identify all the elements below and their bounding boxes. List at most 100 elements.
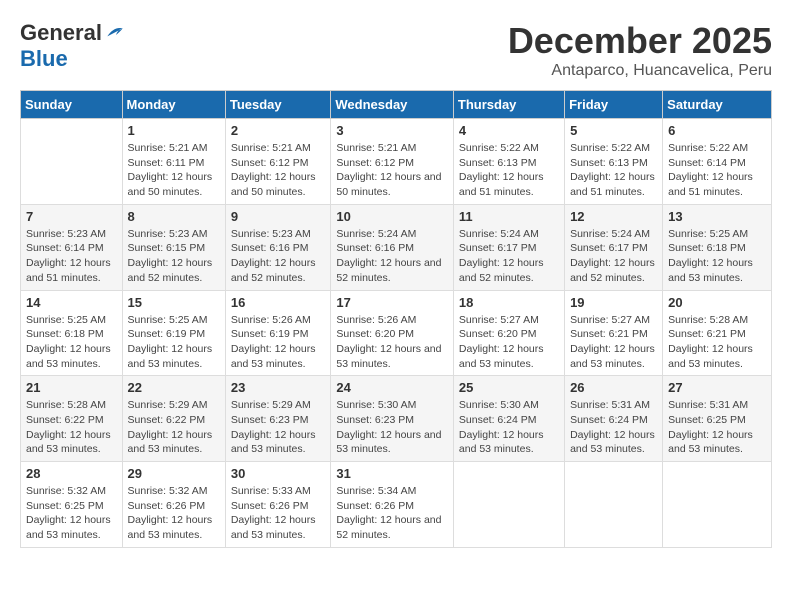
calendar-cell: 25 Sunrise: 5:30 AM Sunset: 6:24 PM Dayli… bbox=[453, 376, 564, 462]
day-number: 12 bbox=[570, 209, 657, 224]
calendar-week-row: 7 Sunrise: 5:23 AM Sunset: 6:14 PM Daylig… bbox=[21, 204, 772, 290]
day-info: Sunrise: 5:26 AM Sunset: 6:20 PM Dayligh… bbox=[336, 313, 448, 372]
day-number: 24 bbox=[336, 380, 448, 395]
calendar-cell: 24 Sunrise: 5:30 AM Sunset: 6:23 PM Dayli… bbox=[331, 376, 454, 462]
calendar-cell: 13 Sunrise: 5:25 AM Sunset: 6:18 PM Dayli… bbox=[663, 204, 772, 290]
calendar-cell: 30Sunrise: 5:33 AM Sunset: 6:26 PM Dayli… bbox=[225, 462, 331, 548]
logo-blue-text: Blue bbox=[20, 46, 68, 72]
calendar-week-row: 28Sunrise: 5:32 AM Sunset: 6:25 PM Dayli… bbox=[21, 462, 772, 548]
day-info: Sunrise: 5:25 AM Sunset: 6:18 PM Dayligh… bbox=[668, 227, 766, 286]
day-number: 20 bbox=[668, 295, 766, 310]
day-info: Sunrise: 5:34 AM Sunset: 6:26 PM Dayligh… bbox=[336, 484, 448, 543]
day-number: 18 bbox=[459, 295, 559, 310]
day-number: 15 bbox=[128, 295, 220, 310]
calendar-header-sunday: Sunday bbox=[21, 91, 123, 119]
day-number: 3 bbox=[336, 123, 448, 138]
day-number: 1 bbox=[128, 123, 220, 138]
day-number: 27 bbox=[668, 380, 766, 395]
calendar-cell: 12 Sunrise: 5:24 AM Sunset: 6:17 PM Dayli… bbox=[565, 204, 663, 290]
calendar-header-saturday: Saturday bbox=[663, 91, 772, 119]
day-number: 13 bbox=[668, 209, 766, 224]
day-info: Sunrise: 5:23 AM Sunset: 6:14 PM Dayligh… bbox=[26, 227, 117, 286]
day-info: Sunrise: 5:30 AM Sunset: 6:23 PM Dayligh… bbox=[336, 398, 448, 457]
calendar-cell: 26 Sunrise: 5:31 AM Sunset: 6:24 PM Dayli… bbox=[565, 376, 663, 462]
calendar-cell bbox=[565, 462, 663, 548]
day-info: Sunrise: 5:24 AM Sunset: 6:16 PM Dayligh… bbox=[336, 227, 448, 286]
day-number: 8 bbox=[128, 209, 220, 224]
day-info: Sunrise: 5:27 AM Sunset: 6:21 PM Dayligh… bbox=[570, 313, 657, 372]
calendar-cell: 17 Sunrise: 5:26 AM Sunset: 6:20 PM Dayli… bbox=[331, 290, 454, 376]
title-area: December 2025 Antaparco, Huancavelica, P… bbox=[508, 20, 772, 80]
calendar-cell: 8 Sunrise: 5:23 AM Sunset: 6:15 PM Daylig… bbox=[122, 204, 225, 290]
day-number: 11 bbox=[459, 209, 559, 224]
calendar-week-row: 14 Sunrise: 5:25 AM Sunset: 6:18 PM Dayli… bbox=[21, 290, 772, 376]
day-number: 4 bbox=[459, 123, 559, 138]
logo: General Blue bbox=[20, 20, 124, 72]
calendar-week-row: 21Sunrise: 5:28 AM Sunset: 6:22 PM Dayli… bbox=[21, 376, 772, 462]
day-number: 17 bbox=[336, 295, 448, 310]
calendar-cell: 1 Sunrise: 5:21 AM Sunset: 6:11 PM Daylig… bbox=[122, 119, 225, 205]
calendar-cell: 3 Sunrise: 5:21 AM Sunset: 6:12 PM Daylig… bbox=[331, 119, 454, 205]
day-number: 7 bbox=[26, 209, 117, 224]
day-info: Sunrise: 5:25 AM Sunset: 6:18 PM Dayligh… bbox=[26, 313, 117, 372]
day-number: 29 bbox=[128, 466, 220, 481]
day-info: Sunrise: 5:22 AM Sunset: 6:13 PM Dayligh… bbox=[570, 141, 657, 200]
calendar-cell: 7 Sunrise: 5:23 AM Sunset: 6:14 PM Daylig… bbox=[21, 204, 123, 290]
day-info: Sunrise: 5:21 AM Sunset: 6:12 PM Dayligh… bbox=[336, 141, 448, 200]
calendar-cell: 29 Sunrise: 5:32 AM Sunset: 6:26 PM Dayli… bbox=[122, 462, 225, 548]
calendar-cell: 4 Sunrise: 5:22 AM Sunset: 6:13 PM Daylig… bbox=[453, 119, 564, 205]
calendar-cell: 6Sunrise: 5:22 AM Sunset: 6:14 PM Daylig… bbox=[663, 119, 772, 205]
month-title: December 2025 bbox=[508, 20, 772, 62]
day-info: Sunrise: 5:26 AM Sunset: 6:19 PM Dayligh… bbox=[231, 313, 326, 372]
calendar-cell bbox=[663, 462, 772, 548]
day-number: 5 bbox=[570, 123, 657, 138]
calendar-header-tuesday: Tuesday bbox=[225, 91, 331, 119]
day-info: Sunrise: 5:23 AM Sunset: 6:15 PM Dayligh… bbox=[128, 227, 220, 286]
calendar-header-wednesday: Wednesday bbox=[331, 91, 454, 119]
calendar-cell: 16 Sunrise: 5:26 AM Sunset: 6:19 PM Dayli… bbox=[225, 290, 331, 376]
day-number: 2 bbox=[231, 123, 326, 138]
day-info: Sunrise: 5:21 AM Sunset: 6:12 PM Dayligh… bbox=[231, 141, 326, 200]
day-info: Sunrise: 5:22 AM Sunset: 6:13 PM Dayligh… bbox=[459, 141, 559, 200]
calendar-cell: 11 Sunrise: 5:24 AM Sunset: 6:17 PM Dayli… bbox=[453, 204, 564, 290]
calendar-cell bbox=[453, 462, 564, 548]
calendar-cell: 21Sunrise: 5:28 AM Sunset: 6:22 PM Dayli… bbox=[21, 376, 123, 462]
calendar-cell: 10 Sunrise: 5:24 AM Sunset: 6:16 PM Dayli… bbox=[331, 204, 454, 290]
calendar-cell: 2 Sunrise: 5:21 AM Sunset: 6:12 PM Daylig… bbox=[225, 119, 331, 205]
day-info: Sunrise: 5:24 AM Sunset: 6:17 PM Dayligh… bbox=[570, 227, 657, 286]
calendar-cell bbox=[21, 119, 123, 205]
day-info: Sunrise: 5:28 AM Sunset: 6:22 PM Dayligh… bbox=[26, 398, 117, 457]
calendar-header-thursday: Thursday bbox=[453, 91, 564, 119]
calendar-table: SundayMondayTuesdayWednesdayThursdayFrid… bbox=[20, 90, 772, 548]
day-number: 22 bbox=[128, 380, 220, 395]
day-number: 9 bbox=[231, 209, 326, 224]
day-number: 25 bbox=[459, 380, 559, 395]
day-number: 14 bbox=[26, 295, 117, 310]
day-info: Sunrise: 5:23 AM Sunset: 6:16 PM Dayligh… bbox=[231, 227, 326, 286]
day-info: Sunrise: 5:21 AM Sunset: 6:11 PM Dayligh… bbox=[128, 141, 220, 200]
day-info: Sunrise: 5:31 AM Sunset: 6:24 PM Dayligh… bbox=[570, 398, 657, 457]
day-info: Sunrise: 5:24 AM Sunset: 6:17 PM Dayligh… bbox=[459, 227, 559, 286]
calendar-cell: 5 Sunrise: 5:22 AM Sunset: 6:13 PM Daylig… bbox=[565, 119, 663, 205]
day-info: Sunrise: 5:32 AM Sunset: 6:26 PM Dayligh… bbox=[128, 484, 220, 543]
logo-bird-icon bbox=[104, 23, 124, 43]
day-info: Sunrise: 5:25 AM Sunset: 6:19 PM Dayligh… bbox=[128, 313, 220, 372]
calendar-cell: 31Sunrise: 5:34 AM Sunset: 6:26 PM Dayli… bbox=[331, 462, 454, 548]
calendar-cell: 15 Sunrise: 5:25 AM Sunset: 6:19 PM Dayli… bbox=[122, 290, 225, 376]
day-number: 26 bbox=[570, 380, 657, 395]
day-number: 30 bbox=[231, 466, 326, 481]
calendar-week-row: 1 Sunrise: 5:21 AM Sunset: 6:11 PM Daylig… bbox=[21, 119, 772, 205]
day-info: Sunrise: 5:29 AM Sunset: 6:22 PM Dayligh… bbox=[128, 398, 220, 457]
calendar-cell: 19 Sunrise: 5:27 AM Sunset: 6:21 PM Dayli… bbox=[565, 290, 663, 376]
calendar-cell: 22 Sunrise: 5:29 AM Sunset: 6:22 PM Dayli… bbox=[122, 376, 225, 462]
day-number: 16 bbox=[231, 295, 326, 310]
calendar-header-friday: Friday bbox=[565, 91, 663, 119]
calendar-cell: 23Sunrise: 5:29 AM Sunset: 6:23 PM Dayli… bbox=[225, 376, 331, 462]
calendar-cell: 14 Sunrise: 5:25 AM Sunset: 6:18 PM Dayli… bbox=[21, 290, 123, 376]
day-info: Sunrise: 5:30 AM Sunset: 6:24 PM Dayligh… bbox=[459, 398, 559, 457]
day-info: Sunrise: 5:22 AM Sunset: 6:14 PM Dayligh… bbox=[668, 141, 766, 200]
day-number: 19 bbox=[570, 295, 657, 310]
day-number: 10 bbox=[336, 209, 448, 224]
day-info: Sunrise: 5:27 AM Sunset: 6:20 PM Dayligh… bbox=[459, 313, 559, 372]
calendar-cell: 20Sunrise: 5:28 AM Sunset: 6:21 PM Dayli… bbox=[663, 290, 772, 376]
